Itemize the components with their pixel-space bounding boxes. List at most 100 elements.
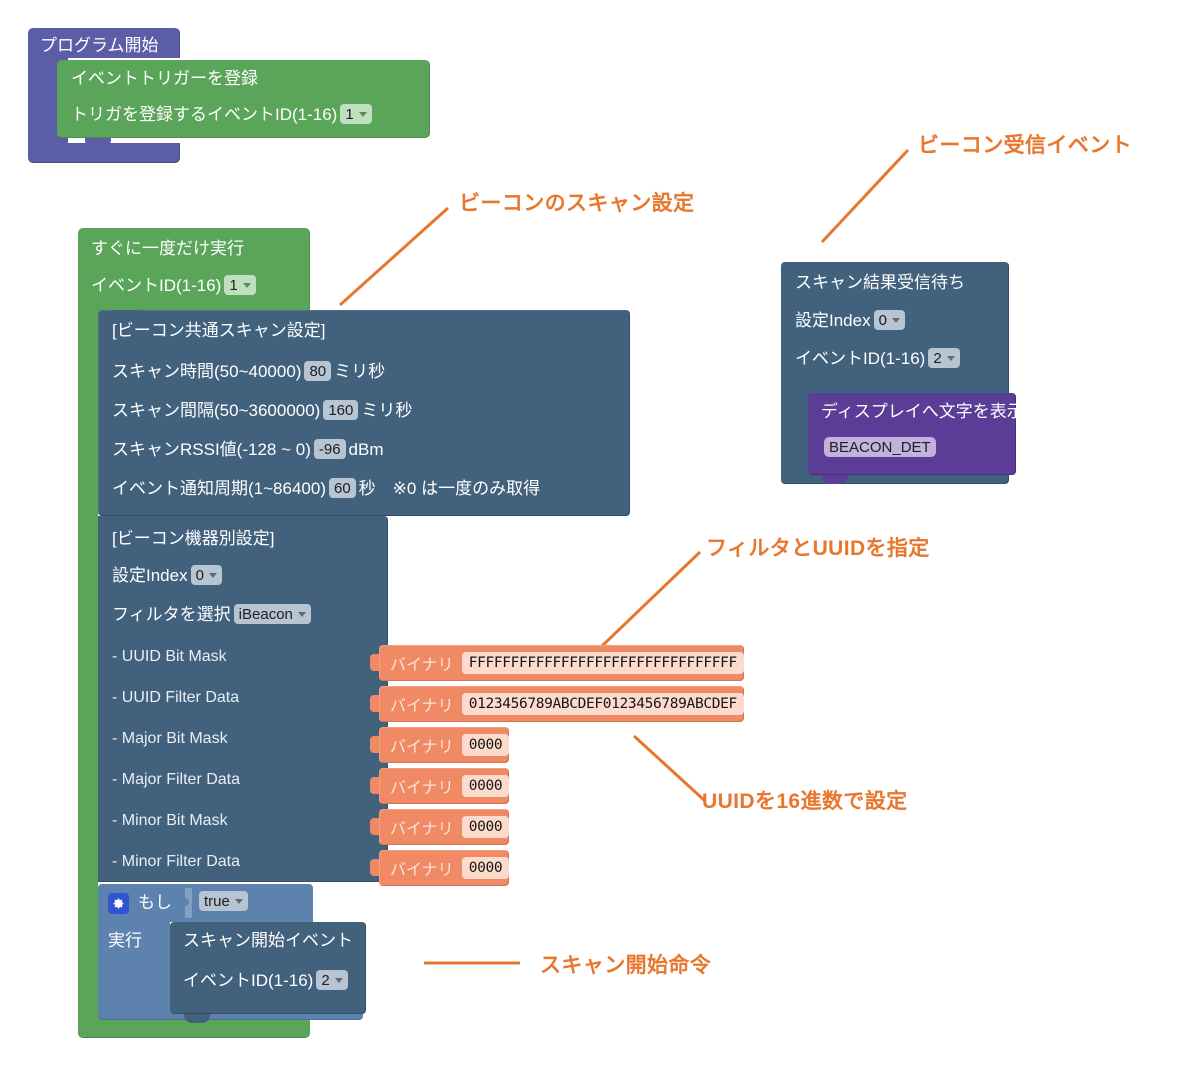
scan-common-row-interval: スキャン間隔(50~3600000) 160 ミリ秒 <box>112 400 412 420</box>
field-label-uuid-filter-data: - UUID Filter Data <box>112 689 240 706</box>
run-once-title: すぐに一度だけ実行 <box>91 239 244 258</box>
binary-value-input[interactable]: 0000 <box>461 816 510 838</box>
display-text-value-row: BEACON_DET <box>821 437 939 457</box>
binary-value-input[interactable]: 0000 <box>461 857 510 879</box>
scan-duration-unit: ミリ秒 <box>334 361 386 381</box>
binary-value-input[interactable]: 0000 <box>461 734 510 756</box>
binary-label: バイナリ <box>390 657 454 674</box>
if-condition-dropdown[interactable]: true <box>199 891 248 911</box>
chevron-down-icon <box>891 317 900 323</box>
field-label-major-filter-data: - Major Filter Data <box>112 771 241 788</box>
puzzle-plug-icon <box>370 654 379 671</box>
register-trigger-bottom-nub <box>85 138 111 147</box>
scan-start-event-id-row: イベントID(1-16) 2 <box>183 970 351 990</box>
field-label-major-bit-mask: - Major Bit Mask <box>112 730 228 747</box>
blockly-workspace[interactable]: プログラム開始 イベントトリガーを登録 トリガを登録するイベントID(1-16)… <box>0 0 1178 1080</box>
scan-start-title: スキャン開始イベント <box>183 931 353 950</box>
block-register-event-trigger[interactable]: イベントトリガーを登録 トリガを登録するイベントID(1-16) 1 <box>57 60 430 147</box>
scan-common-row-notify: イベント通知周期(1~86400) 60 秒 ※0 は一度のみ取得 <box>112 478 540 498</box>
binary-label: バイナリ <box>390 862 454 879</box>
scan-interval-label: スキャン間隔(50~3600000) <box>112 400 321 420</box>
display-text-title: ディスプレイへ文字を表示 <box>821 402 1024 421</box>
scan-duration-field[interactable]: 80 <box>304 361 332 381</box>
binary-label: バイナリ <box>390 739 454 756</box>
register-trigger-event-id-row: トリガを登録するイベントID(1-16) 1 <box>71 104 375 124</box>
wait-scan-index-label: 設定Index <box>795 310 871 330</box>
block-beacon-common-scan-setting[interactable]: [ビーコン共通スキャン設定] スキャン時間(50~40000) 80 ミリ秒 ス… <box>98 310 630 516</box>
block-display-text[interactable]: ディスプレイへ文字を表示 BEACON_DET <box>808 393 1024 484</box>
scan-common-row-rssi: スキャンRSSI値(-128 ~ 0) -96 dBm <box>112 439 384 459</box>
scan-notify-label: イベント通知周期(1~86400) <box>112 478 326 498</box>
device-setting-top-nub <box>112 516 138 525</box>
if-label: もし <box>138 893 172 912</box>
binary-block-uuid-filter-data[interactable]: バイナリ 0123456789ABCDEF0123456789ABCDEF <box>370 686 744 722</box>
puzzle-plug-icon <box>370 695 379 712</box>
field-label-minor-bit-mask: - Minor Bit Mask <box>112 812 228 829</box>
scan-common-header: [ビーコン共通スキャン設定] <box>112 321 326 340</box>
binary-block-major-filter-data[interactable]: バイナリ 0000 <box>370 768 510 804</box>
device-setting-index-label: 設定Index <box>112 565 188 585</box>
binary-value-input[interactable]: 0123456789ABCDEF0123456789ABCDEF <box>461 693 744 715</box>
scan-notify-field[interactable]: 60 <box>328 478 356 498</box>
device-setting-filter-dropdown[interactable]: iBeacon <box>233 604 311 624</box>
binary-block-minor-filter-data[interactable]: バイナリ 0000 <box>370 850 510 886</box>
device-setting-index-dropdown[interactable]: 0 <box>190 565 222 585</box>
puzzle-plug-icon <box>370 859 379 876</box>
condition-socket-icon <box>185 888 192 918</box>
field-label-minor-filter-data: - Minor Filter Data <box>112 853 241 870</box>
display-text-value-input[interactable]: BEACON_DET <box>824 437 936 457</box>
field-label-uuid-bit-mask: - UUID Bit Mask <box>112 648 227 665</box>
chevron-down-icon <box>242 282 251 288</box>
scan-start-event-id-dropdown[interactable]: 2 <box>316 970 348 990</box>
annotation-uuid-hex: UUIDを16進数で設定 <box>702 790 908 813</box>
run-once-event-id-label: イベントID(1-16) <box>91 275 222 295</box>
chevron-down-icon <box>208 572 217 578</box>
chevron-down-icon <box>297 611 306 617</box>
annotation-beacon-receive-event: ビーコン受信イベント <box>918 134 1132 157</box>
device-setting-index-row: 設定Index 0 <box>112 565 225 585</box>
scan-start-top-nub <box>184 922 210 931</box>
device-setting-filter-row: フィルタを選択 iBeacon <box>112 604 314 624</box>
binary-label: バイナリ <box>390 821 454 838</box>
wait-scan-index-dropdown[interactable]: 0 <box>873 310 905 330</box>
scan-rssi-field[interactable]: -96 <box>313 439 346 459</box>
block-beacon-device-setting[interactable]: [ビーコン機器別設定] 設定Index 0 フィルタを選択 iBeacon - … <box>98 516 388 882</box>
scan-rssi-unit: dBm <box>348 439 384 459</box>
register-trigger-title: イベントトリガーを登録 <box>71 69 258 88</box>
binary-label: バイナリ <box>390 698 454 715</box>
run-once-event-id-dropdown[interactable]: 1 <box>224 275 256 295</box>
register-trigger-event-id-dropdown[interactable]: 1 <box>340 104 372 124</box>
scan-common-top-nub <box>112 310 138 319</box>
run-once-spine <box>78 312 98 1012</box>
binary-block-major-bit-mask[interactable]: バイナリ 0000 <box>370 727 510 763</box>
chevron-down-icon <box>334 977 343 983</box>
wait-scan-event-id-label: イベントID(1-16) <box>795 348 926 368</box>
device-setting-filter-label: フィルタを選択 <box>112 604 231 624</box>
scan-start-bottom-nub <box>184 1014 210 1023</box>
annotation-scan-setting: ビーコンのスキャン設定 <box>459 192 695 215</box>
annotation-scan-start-command: スキャン開始命令 <box>540 954 712 977</box>
annotation-filter-and-uuid: フィルタとUUIDを指定 <box>706 537 930 560</box>
scan-rssi-label: スキャンRSSI値(-128 ~ 0) <box>112 439 311 459</box>
wait-scan-event-id-row: イベントID(1-16) 2 <box>795 348 963 368</box>
scan-interval-field[interactable]: 160 <box>323 400 359 420</box>
program-start-label: プログラム開始 <box>40 36 159 55</box>
chevron-down-icon <box>358 111 367 117</box>
gear-icon[interactable] <box>108 893 129 914</box>
binary-block-uuid-bit-mask[interactable]: バイナリ FFFFFFFFFFFFFFFFFFFFFFFFFFFFFFFF <box>370 645 744 681</box>
register-trigger-event-id-label: トリガを登録するイベントID(1-16) <box>71 104 338 124</box>
puzzle-plug-icon <box>370 818 379 835</box>
binary-value-input[interactable]: FFFFFFFFFFFFFFFFFFFFFFFFFFFFFFFF <box>461 652 744 674</box>
run-once-event-id-row: イベントID(1-16) 1 <box>91 275 259 295</box>
block-scan-start-event[interactable]: スキャン開始イベント イベントID(1-16) 2 <box>170 922 366 1023</box>
puzzle-plug-icon <box>370 736 379 753</box>
scan-start-event-id-label: イベントID(1-16) <box>183 970 314 990</box>
binary-label: バイナリ <box>390 780 454 797</box>
binary-block-minor-bit-mask[interactable]: バイナリ 0000 <box>370 809 510 845</box>
wait-scan-event-id-dropdown[interactable]: 2 <box>928 348 960 368</box>
device-setting-header: [ビーコン機器別設定] <box>112 529 275 548</box>
binary-value-input[interactable]: 0000 <box>461 775 510 797</box>
wait-scan-title: スキャン結果受信待ち <box>795 273 965 292</box>
chevron-down-icon <box>234 898 243 904</box>
scan-notify-unit: 秒 ※0 は一度のみ取得 <box>358 478 541 498</box>
